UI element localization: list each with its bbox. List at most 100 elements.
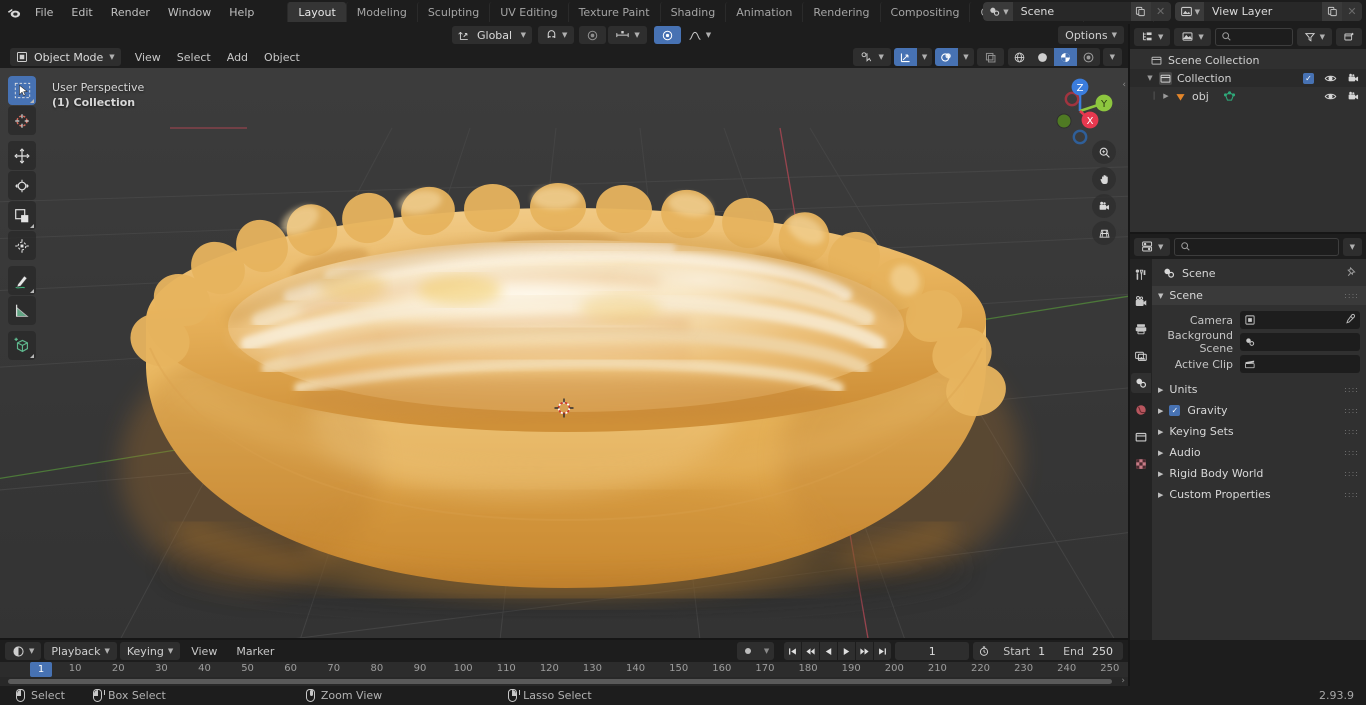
tab-animation[interactable]: Animation xyxy=(725,2,802,22)
collection-disclosure[interactable]: ▼ xyxy=(1144,74,1156,82)
outliner-new-collection-button[interactable] xyxy=(1336,27,1362,46)
xray-toggle[interactable] xyxy=(976,48,1004,66)
play-button[interactable] xyxy=(838,642,856,660)
3d-viewport[interactable]: User Perspective (1) Collection Z Y X ‹ xyxy=(0,68,1128,640)
timeline-keying-menu[interactable]: Keying ▼ xyxy=(119,642,181,660)
tab-uv-editing[interactable]: UV Editing xyxy=(489,2,567,22)
timeline-marker-menu[interactable]: Marker xyxy=(228,643,282,660)
tab-collection[interactable] xyxy=(1131,427,1151,447)
zoom-icon[interactable] xyxy=(1092,140,1116,164)
tool-move[interactable] xyxy=(8,141,36,170)
ortho-persp-icon[interactable] xyxy=(1092,221,1116,245)
shading-material-preview[interactable] xyxy=(1053,48,1077,66)
tool-expand-corner-scale[interactable] xyxy=(30,224,34,228)
jump-to-end-button[interactable] xyxy=(874,642,892,660)
divider-outliner-properties[interactable] xyxy=(1130,232,1366,234)
current-frame-field[interactable]: 1 xyxy=(895,642,970,660)
outliner-search-input[interactable] xyxy=(1214,27,1293,46)
tool-scale[interactable] xyxy=(8,201,36,230)
tab-texture-paint[interactable]: Texture Paint xyxy=(567,2,660,22)
shading-solid[interactable] xyxy=(1031,48,1054,66)
viewport-menu-add[interactable]: Add xyxy=(219,49,256,66)
use-preview-range-icon[interactable] xyxy=(973,645,995,657)
panel-units[interactable]: ▶ Units :::: xyxy=(1152,380,1366,399)
menu-help[interactable]: Help xyxy=(220,3,263,22)
tab-output[interactable] xyxy=(1131,319,1151,339)
overlays-dropdown[interactable]: ▼ xyxy=(958,48,973,66)
timeline-view-menu[interactable]: View xyxy=(183,643,225,660)
tab-tool[interactable] xyxy=(1131,265,1151,285)
next-keyframe-button[interactable] xyxy=(856,642,874,660)
panel-keying-sets[interactable]: ▶ Keying Sets :::: xyxy=(1152,422,1366,441)
properties-search-input[interactable] xyxy=(1174,237,1339,256)
outliner-row-scene-collection[interactable]: Scene Collection xyxy=(1130,51,1366,69)
menu-render[interactable]: Render xyxy=(102,3,159,22)
remove-view-layer-button[interactable]: ✕ xyxy=(1342,2,1362,21)
auto-keying-toggle[interactable] xyxy=(737,642,759,660)
new-view-layer-button[interactable] xyxy=(1322,2,1342,21)
panel-scene[interactable]: ▼ Scene :::: xyxy=(1152,286,1366,305)
obj-disclosure[interactable]: ▶ xyxy=(1160,92,1172,100)
tab-scene[interactable] xyxy=(1131,373,1151,393)
play-reverse-button[interactable] xyxy=(820,642,838,660)
options-dropdown[interactable]: Options ▼ xyxy=(1058,26,1124,44)
scene-name-field[interactable]: Scene xyxy=(1012,2,1131,21)
tool-add-cube[interactable] xyxy=(8,331,36,360)
snap-toggle-button[interactable]: ▼ xyxy=(538,26,575,44)
outliner-display-mode-button[interactable]: ▼ xyxy=(1174,27,1211,46)
viewport-menu-view[interactable]: View xyxy=(127,49,169,66)
active-clip-value-field[interactable] xyxy=(1240,355,1360,373)
outliner-filter-button[interactable]: ▼ xyxy=(1296,27,1332,46)
panel-audio[interactable]: ▶ Audio :::: xyxy=(1152,443,1366,462)
view-layer-name-field[interactable]: View Layer xyxy=(1204,2,1322,21)
unlink-scene-button[interactable]: ✕ xyxy=(1150,2,1171,21)
eyedropper-icon[interactable] xyxy=(1344,313,1356,328)
timeline-scroll-arrow[interactable]: › xyxy=(1121,676,1125,686)
shading-dropdown[interactable]: ▼ xyxy=(1102,48,1122,66)
menu-edit[interactable]: Edit xyxy=(62,3,101,22)
tool-annotate[interactable] xyxy=(8,266,36,295)
tab-texture[interactable] xyxy=(1131,454,1151,474)
transform-orientation-select[interactable]: Global ▼ xyxy=(452,26,532,44)
pin-id-icon[interactable] xyxy=(1346,266,1358,281)
timeline-playback-menu[interactable]: Playback ▼ xyxy=(44,642,117,660)
menu-window[interactable]: Window xyxy=(159,3,220,22)
outliner-editor-type-button[interactable]: ▼ xyxy=(1134,27,1171,46)
timeline-horizontal-scrollbar[interactable] xyxy=(8,679,1112,684)
tab-compositing[interactable]: Compositing xyxy=(879,2,970,22)
tab-sculpting[interactable]: Sculpting xyxy=(416,2,489,22)
show-gizmo-toggle[interactable] xyxy=(893,48,917,66)
gizmo-dropdown[interactable]: ▼ xyxy=(917,48,932,66)
tool-tweak-select[interactable] xyxy=(8,76,36,105)
outliner-row-obj[interactable]: │ ▶ obj xyxy=(1130,87,1366,105)
tool-expand-corner[interactable] xyxy=(30,99,34,103)
snap-with-select[interactable]: ▼ xyxy=(608,26,647,44)
tab-world[interactable] xyxy=(1131,400,1151,420)
background-scene-value-field[interactable] xyxy=(1240,333,1360,351)
visibility-selectability-button[interactable]: ▼ xyxy=(853,48,891,66)
tool-expand-corner-add[interactable] xyxy=(30,354,34,358)
end-frame-value[interactable]: 250 xyxy=(1090,645,1123,658)
camera-icon[interactable] xyxy=(1347,90,1360,103)
shading-rendered[interactable] xyxy=(1077,48,1100,66)
tool-cursor[interactable] xyxy=(8,106,36,135)
view-layer-selector[interactable]: ▼ View Layer ✕ xyxy=(1174,2,1362,21)
tab-view-layer[interactable] xyxy=(1131,346,1151,366)
blender-logo-icon[interactable] xyxy=(0,5,26,20)
scene-selector[interactable]: ▼ Scene ✕ xyxy=(983,2,1171,21)
navigation-gizmo[interactable]: Z Y X xyxy=(1042,73,1118,149)
properties-editor-type-button[interactable]: ▼ xyxy=(1134,237,1171,256)
camera-view-icon[interactable] xyxy=(1092,194,1116,218)
outliner-row-collection[interactable]: ▼ Collection ✓ xyxy=(1130,69,1366,87)
collection-enable-checkbox[interactable]: ✓ xyxy=(1303,72,1314,84)
pie-3d-object[interactable] xyxy=(0,68,1128,640)
pan-hand-icon[interactable] xyxy=(1092,167,1116,191)
divider-viewport-timeline[interactable] xyxy=(0,638,1128,640)
proportional-editing-button[interactable] xyxy=(579,26,607,44)
timeline-body[interactable]: › xyxy=(0,676,1128,686)
interaction-mode-select[interactable]: Object Mode ▼ xyxy=(10,48,121,66)
properties-options-dropdown[interactable]: ▼ xyxy=(1342,237,1362,256)
panel-rigid-body-world[interactable]: ▶ Rigid Body World :::: xyxy=(1152,464,1366,483)
proportional-edit-toggle[interactable] xyxy=(653,26,681,44)
jump-to-start-button[interactable] xyxy=(784,642,802,660)
